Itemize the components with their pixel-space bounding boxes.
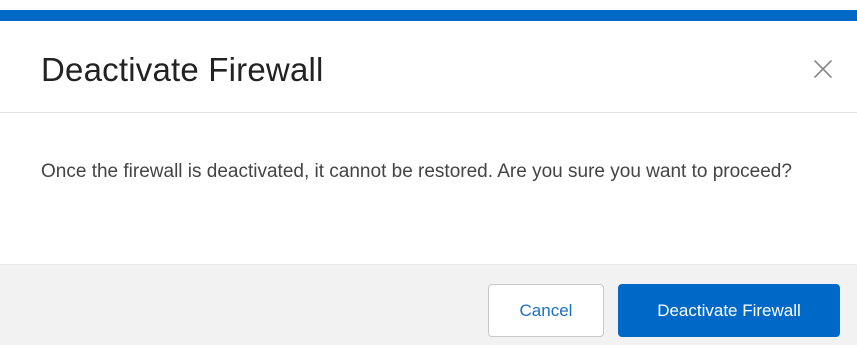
dialog-body: Once the firewall is deactivated, it can… [0,113,857,264]
close-button[interactable] [811,57,835,81]
cancel-button[interactable]: Cancel [488,284,604,337]
deactivate-firewall-dialog: Deactivate Firewall Once the firewall is… [0,0,857,345]
dialog-message: Once the firewall is deactivated, it can… [41,161,792,182]
deactivate-firewall-button[interactable]: Deactivate Firewall [618,284,840,337]
dialog-footer: Cancel Deactivate Firewall [0,264,857,345]
accent-bar [0,10,857,21]
dialog-title: Deactivate Firewall [41,51,324,88]
dialog-header: Deactivate Firewall [0,21,857,113]
close-icon [814,60,832,78]
